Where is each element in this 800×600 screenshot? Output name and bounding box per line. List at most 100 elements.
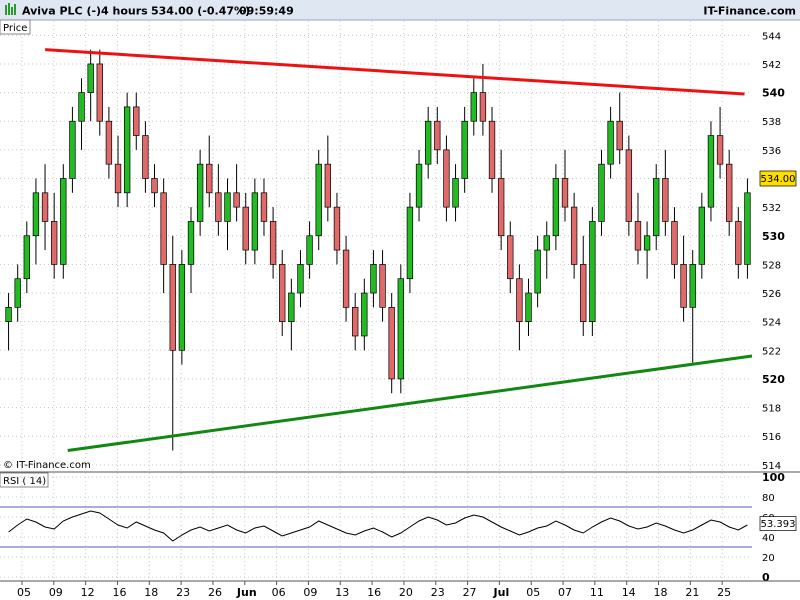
candle-body[interactable] bbox=[41, 192, 49, 222]
candle-body[interactable] bbox=[233, 192, 240, 208]
candle-body[interactable] bbox=[224, 192, 231, 222]
candle-body[interactable] bbox=[151, 178, 158, 194]
candle-body[interactable] bbox=[187, 221, 195, 265]
candle-body[interactable] bbox=[634, 221, 642, 251]
support-trendline[interactable] bbox=[67, 354, 753, 453]
candle-body[interactable] bbox=[306, 235, 313, 265]
candle-body[interactable] bbox=[735, 221, 742, 265]
candle-body[interactable] bbox=[379, 264, 386, 308]
candle-body[interactable] bbox=[698, 206, 706, 265]
candle-body[interactable] bbox=[370, 264, 377, 294]
candle-body[interactable] bbox=[525, 292, 532, 323]
candle-body[interactable] bbox=[434, 120, 441, 151]
candle-body[interactable] bbox=[324, 163, 332, 208]
candle-body[interactable] bbox=[269, 221, 277, 265]
candle-body[interactable] bbox=[196, 163, 204, 222]
candle-body[interactable] bbox=[607, 120, 614, 165]
candle-body[interactable] bbox=[580, 264, 587, 323]
candle-body[interactable] bbox=[352, 306, 359, 337]
candle-body[interactable] bbox=[406, 206, 414, 280]
candle-body[interactable] bbox=[178, 264, 186, 351]
candle-body[interactable] bbox=[251, 192, 259, 251]
candle-body[interactable] bbox=[662, 178, 669, 222]
candle-body[interactable] bbox=[279, 264, 286, 323]
candle-body[interactable] bbox=[470, 92, 477, 122]
candle-body[interactable] bbox=[397, 278, 404, 380]
candle-body[interactable] bbox=[452, 178, 459, 208]
candle-body[interactable] bbox=[215, 192, 222, 222]
rsi-tick-label: 80 bbox=[762, 493, 775, 504]
candle-body[interactable] bbox=[516, 278, 523, 323]
candle-body[interactable] bbox=[507, 235, 514, 280]
candle-body[interactable] bbox=[260, 192, 268, 222]
x-tick-label: 16 bbox=[367, 586, 381, 599]
x-tick-label: 26 bbox=[208, 586, 222, 599]
price-tick-label: 526 bbox=[762, 289, 781, 300]
candle-body[interactable] bbox=[123, 106, 131, 194]
price-tick-label: 516 bbox=[762, 432, 781, 443]
candle-body[interactable] bbox=[716, 135, 724, 165]
candle-body[interactable] bbox=[87, 63, 94, 93]
candle-body[interactable] bbox=[361, 292, 368, 337]
candle-body[interactable] bbox=[671, 221, 678, 265]
candle-body[interactable] bbox=[14, 278, 21, 308]
candle-body[interactable] bbox=[78, 92, 85, 122]
price-tick-label: 530 bbox=[762, 230, 785, 243]
chart-area: Aviva PLC (-) 4 hours 534.00 (-0.47%) 09… bbox=[0, 0, 800, 599]
current-price-marker: 534.00 bbox=[759, 170, 797, 187]
brand-label[interactable]: IT-Finance.com bbox=[703, 5, 796, 18]
candle-body[interactable] bbox=[288, 292, 295, 323]
candle-body[interactable] bbox=[342, 249, 350, 308]
candle-body[interactable] bbox=[160, 192, 167, 265]
candle-body[interactable] bbox=[169, 264, 176, 351]
price-tick-label: 528 bbox=[762, 260, 781, 271]
candle-body[interactable] bbox=[479, 92, 487, 122]
candle-body[interactable] bbox=[589, 221, 596, 323]
candle-body[interactable] bbox=[598, 163, 605, 222]
x-tick-label: 27 bbox=[463, 586, 477, 599]
candle-body[interactable] bbox=[333, 206, 341, 251]
candle-body[interactable] bbox=[50, 221, 58, 265]
timeframe[interactable]: 4 hours bbox=[101, 5, 148, 18]
candle-body[interactable] bbox=[206, 163, 213, 194]
candle-body[interactable] bbox=[424, 120, 432, 165]
candle-body[interactable] bbox=[726, 163, 733, 222]
candle-body[interactable] bbox=[488, 120, 496, 179]
candle-body[interactable] bbox=[133, 106, 140, 136]
candle-body[interactable] bbox=[60, 178, 67, 265]
candle-body[interactable] bbox=[415, 163, 423, 208]
candle-body[interactable] bbox=[534, 249, 541, 294]
candle-body[interactable] bbox=[315, 163, 322, 237]
candle-body[interactable] bbox=[142, 135, 149, 179]
candle-body[interactable] bbox=[297, 264, 304, 294]
candle-body[interactable] bbox=[552, 178, 560, 237]
candle-body[interactable] bbox=[497, 178, 505, 237]
candle-body[interactable] bbox=[653, 178, 660, 237]
candle-body[interactable] bbox=[570, 206, 578, 265]
candle-body[interactable] bbox=[643, 235, 651, 251]
candle-body[interactable] bbox=[105, 120, 113, 165]
candle-body[interactable] bbox=[744, 192, 751, 265]
candle-body[interactable] bbox=[561, 178, 569, 208]
price-tick-label: 524 bbox=[762, 318, 781, 329]
price-tick-label: 544 bbox=[762, 31, 781, 42]
candle-body[interactable] bbox=[32, 192, 40, 237]
candle-body[interactable] bbox=[443, 149, 450, 208]
candle-body[interactable] bbox=[625, 149, 633, 222]
candle-body[interactable] bbox=[23, 235, 30, 280]
candle-body[interactable] bbox=[114, 163, 122, 194]
candle-body[interactable] bbox=[680, 264, 687, 308]
candle-body[interactable] bbox=[543, 235, 550, 251]
price-tick-label: 542 bbox=[762, 60, 781, 71]
candle-body[interactable] bbox=[5, 306, 12, 323]
candle-body[interactable] bbox=[461, 120, 468, 179]
candle-body[interactable] bbox=[707, 135, 715, 208]
candle-body[interactable] bbox=[388, 306, 395, 380]
x-tick-label: 09 bbox=[303, 586, 317, 599]
candle-body[interactable] bbox=[242, 206, 249, 251]
candle-body[interactable] bbox=[96, 63, 103, 122]
candle-body[interactable] bbox=[616, 120, 623, 151]
candle-body[interactable] bbox=[689, 264, 696, 308]
resistance-trendline[interactable] bbox=[45, 48, 745, 96]
candle-body[interactable] bbox=[69, 120, 76, 179]
